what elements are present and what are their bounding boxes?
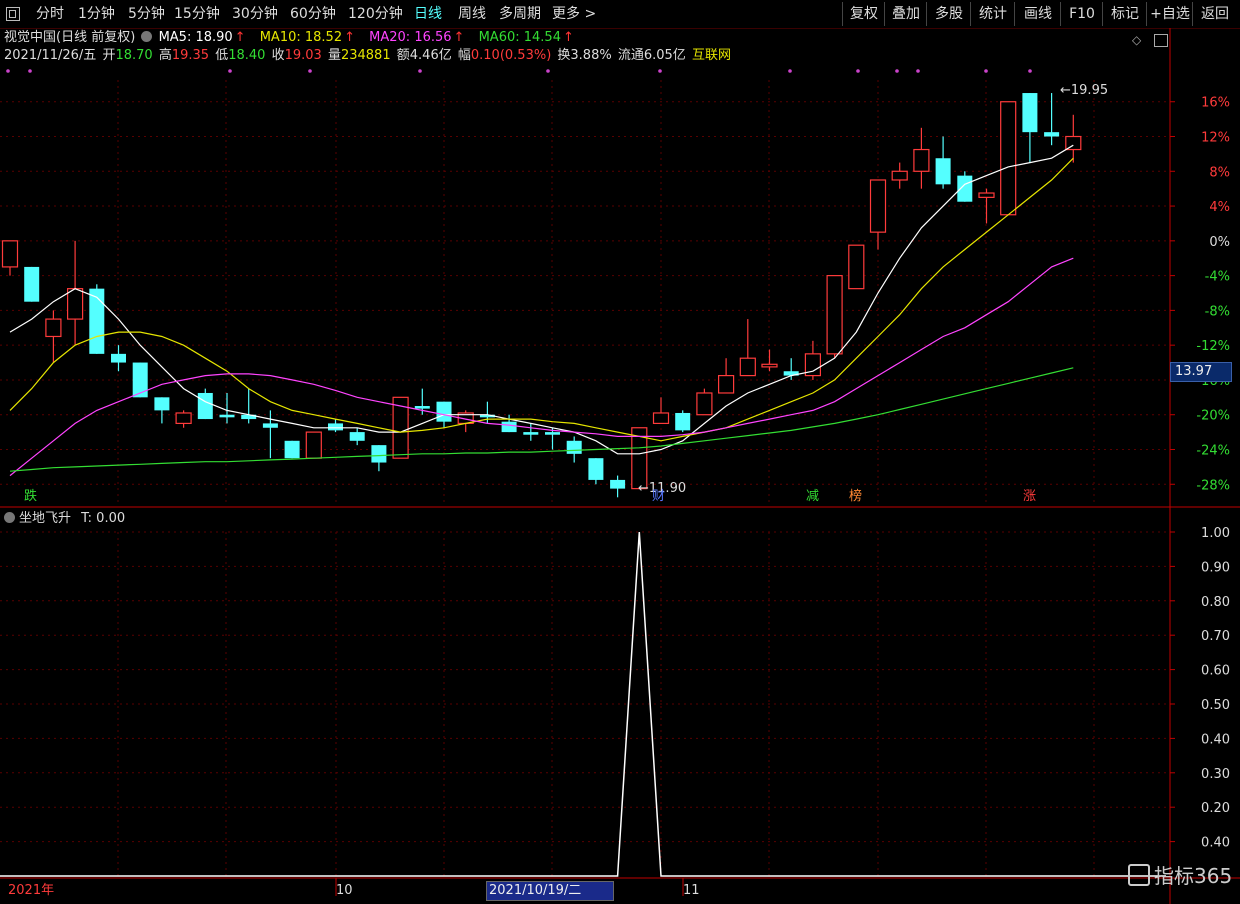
candle-body [1044,132,1060,137]
indicator-axis-label: 0.40 [1201,836,1230,851]
candle-body [913,148,930,172]
indicator-title: 坐地飞升 T: 0.00 [4,510,125,528]
candle-body [957,175,973,202]
candle-body [436,401,452,422]
candle-body [219,414,235,418]
price-axis-label: 8% [1209,165,1230,180]
indicator-axis-label: 0.70 [1201,629,1230,644]
indicator-value: T: 0.00 [81,511,126,526]
marker-dot [308,69,312,73]
indicator-axis-label: 0.30 [1201,767,1230,782]
indicator-axis-label: 0.80 [1201,595,1230,610]
price-axis-label: 12% [1201,131,1230,146]
indicator-axis-label: 0.50 [1201,698,1230,713]
indicator-name[interactable]: 坐地飞升 [19,511,71,526]
event-tag-1[interactable]: 财 [652,489,665,505]
candle-body [717,374,735,394]
indicator-axis-label: 0.60 [1201,664,1230,679]
marker-dot [418,69,422,73]
candle-body [1065,135,1082,151]
candle-body [935,158,951,185]
price-axis-label: -24% [1196,443,1230,458]
candle-body [414,406,430,409]
candle-body [869,179,887,233]
marker-dot [228,69,232,73]
price-axis-label: -8% [1205,304,1230,319]
candle-body [610,479,626,489]
candle-body [154,397,170,411]
marker-dot [28,69,32,73]
event-tag-2[interactable]: 减 [806,489,819,505]
kline-chart[interactable]: 16%12%8%4%0%-4%-8%-12%-16%-20%-24%-28%←1… [0,0,1240,904]
watermark-text: 指标365 [1154,864,1233,888]
indicator-axis-label: 1.00 [1201,526,1230,541]
high-annotation: ←19.95 [1060,83,1108,98]
candle-body [1000,101,1017,216]
event-tag-0[interactable]: 跌 [24,489,37,505]
candle-body [588,458,604,480]
candle-body [24,266,40,302]
candle-body [371,445,387,463]
price-axis-label: -28% [1196,478,1230,493]
watermark-logo-icon [1128,864,1150,886]
marker-dot [856,69,860,73]
indicator-settings-icon[interactable] [4,512,15,523]
marker-dot [546,69,550,73]
candle-body [848,244,865,290]
candle-body [545,432,560,435]
candle-body [111,353,126,363]
x-label-nov: 11 [683,883,700,898]
candle-body [566,440,582,454]
cursor-price-box: 13.97 [1170,362,1232,382]
event-tag-3[interactable]: 榜 [849,489,862,505]
candle-body [197,392,213,420]
candle-body [1,240,19,268]
price-axis-label: 16% [1201,96,1230,111]
candle-body [696,392,713,416]
candle-body [66,288,84,320]
marker-dot [6,69,10,73]
candle-body [132,362,148,398]
x-label-year: 2021年 [8,883,55,898]
marker-dot [916,69,920,73]
candle-body [523,432,539,435]
price-axis-label: -20% [1196,409,1230,424]
candle-body [89,288,105,354]
candle-body [328,423,343,431]
candle-body [739,357,756,377]
candle-body [501,421,517,433]
indicator-axis-label: 0.20 [1201,801,1230,816]
candle-body [891,170,908,181]
watermark: 指标365 [1128,862,1232,890]
marker-dot [788,69,792,73]
x-label-oct: 10 [336,883,353,898]
candle-body [262,423,278,428]
candle-body [978,192,995,198]
indicator-axis-label: 0.40 [1201,732,1230,747]
candle-body [45,318,62,338]
marker-dot [658,69,662,73]
candle-body [349,432,365,441]
price-axis-label: -4% [1205,270,1230,285]
candle-body [675,412,691,431]
candle-body [652,412,670,425]
indicator-axis-label: 0.90 [1201,560,1230,575]
candle-body [1022,93,1038,133]
candle-body [305,431,322,459]
candle-body [826,275,843,355]
candle-body [761,363,778,368]
marker-dot [895,69,899,73]
marker-dot [1028,69,1032,73]
price-axis-label: 0% [1209,235,1230,250]
price-axis-label: 4% [1209,200,1230,215]
ma-line-ma20 [9,257,1074,477]
ma-line-ma10 [9,157,1074,442]
event-tag-4[interactable]: 涨 [1023,489,1036,505]
candle-body [175,412,192,425]
ma-line-ma5 [9,144,1074,455]
selected-date-box: 2021/10/19/二 [486,881,614,901]
marker-dot [984,69,988,73]
candle-body [284,440,300,459]
price-axis-label: -12% [1196,339,1230,354]
